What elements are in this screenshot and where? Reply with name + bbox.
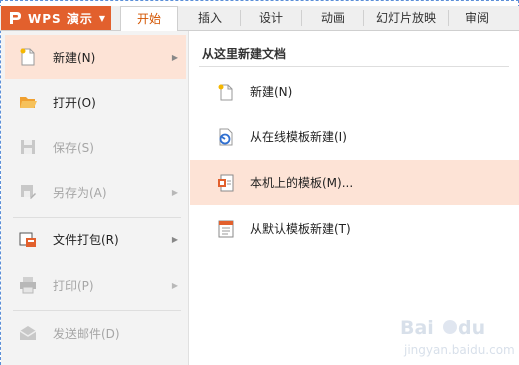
tab-divider <box>448 10 449 26</box>
new-from-online-template-item[interactable]: 从在线模板新建(I) <box>190 114 519 159</box>
panel-item-label: 新建(N) <box>250 85 293 99</box>
menu-item-label: 发送邮件(D) <box>53 326 120 341</box>
panel-item-label: 从默认模板新建(T) <box>250 222 351 236</box>
new-from-default-template-item[interactable]: 从默认模板新建(T) <box>190 206 519 251</box>
menu-item-label: 文件打包(R) <box>53 232 119 247</box>
menu-item-label: 保存(S) <box>53 140 94 155</box>
tab-start[interactable]: 开始 <box>120 6 178 32</box>
menu-item-save[interactable]: 保存(S) <box>5 125 186 169</box>
tab-insert[interactable]: 插入 <box>182 6 238 30</box>
chevron-down-icon: ▼ <box>98 13 105 23</box>
new-blank-item[interactable]: 新建(N) <box>190 69 519 114</box>
new-document-icon <box>215 81 237 103</box>
package-icon <box>17 228 39 250</box>
local-templates-item[interactable]: 本机上的模板(M)... <box>190 160 519 205</box>
tab-review[interactable]: 审阅 <box>452 6 502 30</box>
menu-item-package[interactable]: 文件打包(R) ▶ <box>5 217 186 261</box>
tab-animation[interactable]: 动画 <box>305 6 361 30</box>
menu-item-label: 另存为(A) <box>53 185 107 200</box>
tab-divider <box>240 10 241 26</box>
panel-item-label: 本机上的模板(M)... <box>250 176 354 190</box>
menu-item-send-mail[interactable]: 发送邮件(D) <box>5 311 186 355</box>
svg-text:jingyan.baidu.com: jingyan.baidu.com <box>403 343 515 357</box>
default-template-icon <box>215 218 237 240</box>
tab-slideshow[interactable]: 幻灯片放映 <box>366 6 446 30</box>
menu-item-new[interactable]: 新建(N) ▶ <box>5 35 186 79</box>
tab-design[interactable]: 设计 <box>243 6 299 30</box>
save-as-icon <box>17 181 39 203</box>
baidu-jingyan-watermark: Bai du jingyan.baidu.com <box>400 317 515 357</box>
tab-divider <box>301 10 302 26</box>
menu-item-label: 新建(N) <box>53 50 96 65</box>
new-document-icon <box>17 46 39 68</box>
submenu-arrow-icon: ▶ <box>171 187 178 197</box>
panel-divider <box>199 66 509 67</box>
svg-text:Bai: Bai <box>400 317 434 339</box>
file-menu: 新建(N) ▶ 打开(O) 保存(S) 另存为(A) ▶ 文件打包(R) ▶ 打… <box>1 31 189 365</box>
menu-item-save-as[interactable]: 另存为(A) ▶ <box>5 170 186 214</box>
svg-text:du: du <box>458 317 485 339</box>
menu-item-print[interactable]: 打印(P) ▶ <box>5 263 186 307</box>
submenu-arrow-icon: ▶ <box>171 280 178 290</box>
send-mail-icon <box>17 322 39 344</box>
submenu-arrow-icon: ▶ <box>171 52 178 62</box>
app-menu-button[interactable]: WPS 演示 ▼ <box>1 6 111 30</box>
panel-item-label: 从在线模板新建(I) <box>250 130 347 144</box>
menu-item-open[interactable]: 打开(O) <box>5 80 186 124</box>
menu-item-label: 打开(O) <box>53 95 96 110</box>
menu-item-label: 打印(P) <box>53 278 94 293</box>
tab-divider <box>363 10 364 26</box>
save-disk-icon <box>17 136 39 158</box>
local-template-icon <box>215 172 237 194</box>
online-template-icon <box>215 126 237 148</box>
open-folder-icon <box>17 91 39 113</box>
wps-presentation-logo-icon <box>6 9 24 27</box>
app-title: WPS 演示 <box>28 11 93 26</box>
printer-icon <box>17 274 39 296</box>
panel-title: 从这里新建文档 <box>202 47 287 61</box>
submenu-arrow-icon: ▶ <box>171 234 178 244</box>
